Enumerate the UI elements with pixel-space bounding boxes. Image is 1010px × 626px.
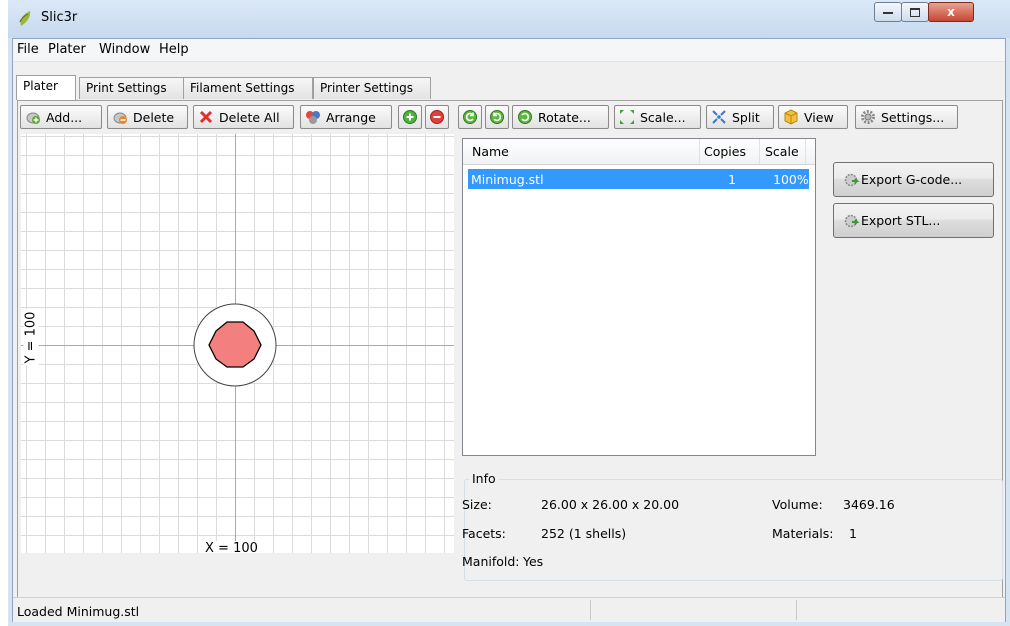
scale-icon bbox=[620, 110, 634, 124]
export-stl-button[interactable]: Export STL... bbox=[833, 203, 994, 238]
status-pane-secondary bbox=[591, 600, 797, 620]
gear-icon bbox=[861, 110, 875, 124]
add-object-icon bbox=[26, 112, 40, 124]
menu-window[interactable]: Window bbox=[99, 42, 150, 57]
menu-plater[interactable]: Plater bbox=[48, 42, 86, 57]
rotate-right-button[interactable] bbox=[485, 105, 509, 129]
object-list-row[interactable]: Minimug.stl 1 100% bbox=[468, 169, 809, 189]
column-separator bbox=[699, 139, 700, 164]
object-name: Minimug.stl bbox=[471, 172, 544, 187]
column-separator bbox=[759, 139, 760, 164]
info-panel: Info Size: 26.00 x 26.00 x 20.00 Facets:… bbox=[462, 471, 1003, 581]
info-manifold-label: Manifold: bbox=[462, 554, 520, 569]
column-separator bbox=[805, 139, 806, 164]
status-bar: Loaded Minimug.stl bbox=[13, 597, 1005, 622]
decrease-copies-button[interactable] bbox=[425, 105, 449, 129]
info-facets-label: Facets: bbox=[462, 526, 506, 541]
delete-all-button[interactable]: Delete All bbox=[193, 105, 294, 129]
tab-print-settings[interactable]: Print Settings bbox=[79, 77, 184, 99]
x-axis-label: X = 100 bbox=[203, 541, 260, 553]
maximize-button[interactable] bbox=[901, 2, 929, 22]
delete-object-icon bbox=[113, 112, 127, 124]
tab-filament-settings[interactable]: Filament Settings bbox=[183, 77, 313, 99]
close-button[interactable]: x bbox=[928, 2, 974, 22]
client-area: File Plater Window Help Plater Print Set… bbox=[12, 38, 1006, 622]
info-materials-label: Materials: bbox=[772, 526, 834, 541]
minimize-icon bbox=[883, 12, 893, 14]
info-facets-value: 252 (1 shells) bbox=[541, 526, 627, 541]
object-copies: 1 bbox=[728, 172, 736, 187]
object-scale: 100% bbox=[773, 172, 809, 187]
plater-canvas[interactable]: Y = 100 X = 100 bbox=[21, 134, 454, 553]
slic3r-logo-icon bbox=[19, 11, 31, 26]
view-cube-icon bbox=[784, 109, 798, 125]
plus-circle-icon bbox=[403, 110, 417, 124]
rotate-ccw-icon bbox=[463, 110, 477, 124]
export-object-icon bbox=[844, 214, 860, 227]
menu-bar: File Plater Window Help bbox=[13, 39, 1005, 62]
y-axis-label: Y = 100 bbox=[23, 309, 39, 366]
object-list[interactable]: Name Copies Scale Minimug.stl 1 100% bbox=[462, 138, 816, 456]
object-list-header: Name Copies Scale bbox=[463, 139, 815, 165]
maximize-icon bbox=[910, 7, 920, 17]
column-copies[interactable]: Copies bbox=[704, 144, 746, 159]
scale-button[interactable]: Scale... bbox=[614, 105, 701, 129]
rotate-left-button[interactable] bbox=[458, 105, 482, 129]
status-text: Loaded Minimug.stl bbox=[17, 604, 140, 619]
status-pane-main: Loaded Minimug.stl bbox=[13, 600, 591, 620]
export-gcode-button[interactable]: Export G-code... bbox=[833, 162, 994, 197]
tab-plater[interactable]: Plater bbox=[16, 75, 76, 100]
close-icon: x bbox=[947, 5, 955, 19]
view-button[interactable]: View bbox=[778, 105, 848, 129]
add-button[interactable]: Add... bbox=[20, 105, 102, 129]
column-scale[interactable]: Scale bbox=[765, 144, 799, 159]
delete-all-icon bbox=[199, 110, 213, 124]
info-volume-value: 3469.16 bbox=[843, 497, 895, 512]
export-gear-icon bbox=[844, 173, 860, 186]
split-button[interactable]: Split bbox=[706, 105, 774, 129]
delete-button[interactable]: Delete bbox=[107, 105, 188, 129]
title-bar: Slic3r x bbox=[8, 0, 1010, 38]
info-volume-label: Volume: bbox=[772, 497, 823, 512]
window-title: Slic3r bbox=[41, 10, 78, 25]
rotate-button[interactable]: Rotate... bbox=[512, 105, 609, 129]
settings-button[interactable]: Settings... bbox=[855, 105, 958, 129]
split-icon bbox=[712, 110, 726, 124]
info-title: Info bbox=[469, 471, 499, 486]
arrange-button[interactable]: Arrange bbox=[300, 105, 392, 129]
tab-printer-settings[interactable]: Printer Settings bbox=[313, 77, 431, 99]
arrange-icon bbox=[306, 111, 320, 124]
menu-help[interactable]: Help bbox=[159, 42, 189, 57]
minus-circle-icon bbox=[430, 110, 444, 124]
plater-page: Add... Delete Delete All Arrange Rotate.… bbox=[17, 100, 1003, 617]
rotate-icon bbox=[518, 110, 532, 124]
info-size-value: 26.00 x 26.00 x 20.00 bbox=[541, 497, 680, 512]
app-window: Slic3r x File Plater Window Help Plater … bbox=[8, 0, 1010, 626]
bed-grid bbox=[21, 134, 454, 553]
info-size-label: Size: bbox=[462, 497, 492, 512]
menu-file[interactable]: File bbox=[17, 42, 39, 57]
info-materials-value: 1 bbox=[849, 526, 857, 541]
increase-copies-button[interactable] bbox=[398, 105, 422, 129]
info-manifold-value: Yes bbox=[523, 554, 544, 569]
minimize-button[interactable] bbox=[874, 2, 902, 22]
column-name[interactable]: Name bbox=[472, 144, 509, 159]
rotate-cw-icon bbox=[490, 110, 504, 124]
